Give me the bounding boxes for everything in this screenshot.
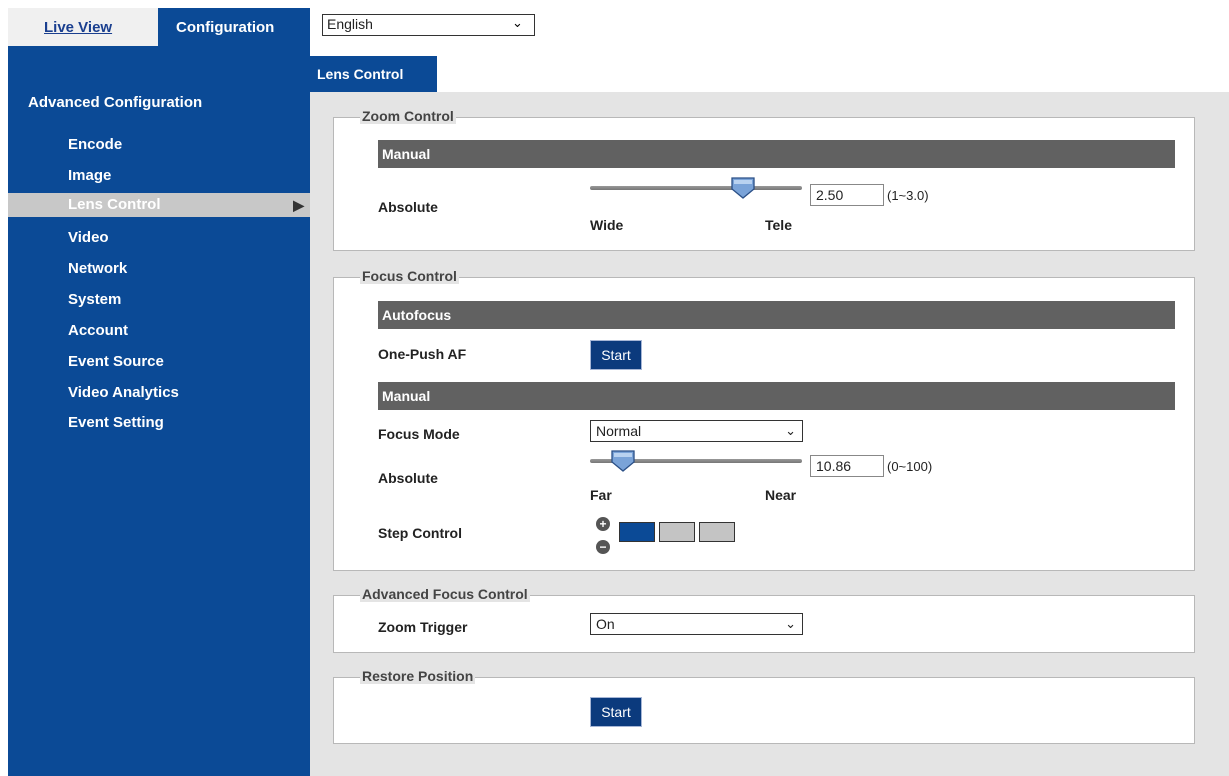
- zoom-control-section: [333, 117, 1195, 251]
- step-level-3[interactable]: [699, 522, 735, 542]
- sidebar-item-label: Event Source: [68, 353, 164, 370]
- focus-max-label: Near: [765, 487, 797, 503]
- sidebar-item-event-setting[interactable]: Event Setting: [8, 412, 310, 440]
- step-control-label: Step Control: [378, 525, 462, 541]
- sidebar-item-label: Lens Control: [68, 196, 161, 213]
- zoom-slider-track[interactable]: [590, 186, 802, 190]
- sidebar-item-image[interactable]: Image: [8, 165, 310, 193]
- minus-icon[interactable]: −: [596, 540, 610, 554]
- sidebar-item-event-source[interactable]: Event Source: [8, 351, 310, 379]
- sidebar-item-label: Image: [68, 167, 112, 184]
- sidebar-title: Advanced Configuration: [28, 94, 203, 111]
- zoom-control-legend: Zoom Control: [360, 108, 456, 124]
- autofocus-header: Autofocus: [378, 301, 1175, 329]
- sidebar-item-label: System: [68, 291, 122, 308]
- sidebar-item-label: Event Setting: [68, 414, 164, 431]
- restore-position-start-button[interactable]: Start: [590, 697, 642, 727]
- tab-live-view[interactable]: Live View: [8, 8, 158, 46]
- step-level-2[interactable]: [659, 522, 695, 542]
- zoom-manual-header: Manual: [378, 140, 1175, 168]
- tab-configuration-label: Configuration: [176, 19, 275, 36]
- zoom-trigger-value: On: [596, 616, 615, 632]
- zoom-absolute-label: Absolute: [378, 199, 438, 215]
- zoom-range-hint: (1~3.0): [887, 188, 929, 203]
- focus-control-legend: Focus Control: [360, 268, 459, 284]
- language-select-value: English: [327, 16, 373, 32]
- focus-mode-label: Focus Mode: [378, 426, 460, 442]
- sidebar-item-network[interactable]: Network: [8, 258, 310, 286]
- focus-manual-header: Manual: [378, 382, 1175, 410]
- focus-range-hint: (0~100): [887, 459, 933, 474]
- chevron-down-icon: ⌄: [785, 616, 796, 631]
- zoom-max-label: Tele: [765, 217, 792, 233]
- zoom-value-field[interactable]: 2.50: [810, 184, 884, 206]
- focus-min-label: Far: [590, 487, 612, 503]
- zoom-slider-thumb[interactable]: [730, 176, 756, 200]
- tab-configuration[interactable]: Configuration: [158, 8, 310, 46]
- one-push-af-start-button[interactable]: Start: [590, 340, 642, 370]
- sidebar-item-lens-control[interactable]: Lens Control ▶: [8, 193, 310, 217]
- restore-position-legend: Restore Position: [360, 668, 476, 684]
- focus-mode-value: Normal: [596, 423, 642, 439]
- tab-lens-control[interactable]: Lens Control: [310, 56, 437, 92]
- sidebar-item-label: Video: [68, 229, 109, 246]
- language-select[interactable]: English: [322, 14, 535, 36]
- sidebar-item-label: Video Analytics: [68, 384, 179, 401]
- sidebar-item-label: Account: [68, 322, 128, 339]
- sidebar-item-system[interactable]: System: [8, 289, 310, 317]
- plus-icon[interactable]: +: [596, 517, 610, 531]
- sidebar-item-label: Encode: [68, 136, 123, 153]
- sidebar-item-label: Network: [68, 260, 128, 277]
- one-push-af-label: One-Push AF: [378, 346, 467, 362]
- zoom-trigger-select[interactable]: On ⌄: [590, 613, 803, 635]
- restore-position-section: [333, 677, 1195, 744]
- arrow-right-icon: ▶: [293, 197, 304, 213]
- sidebar-item-video[interactable]: Video: [8, 227, 310, 255]
- focus-absolute-label: Absolute: [378, 470, 438, 486]
- sidebar-item-video-analytics[interactable]: Video Analytics: [8, 382, 310, 410]
- sidebar-item-account[interactable]: Account: [8, 320, 310, 348]
- advanced-focus-legend: Advanced Focus Control: [360, 586, 530, 602]
- focus-slider-thumb[interactable]: [610, 449, 636, 473]
- chevron-down-icon: ⌄: [785, 423, 796, 438]
- focus-value-field[interactable]: 10.86: [810, 455, 884, 477]
- sidebar: Advanced Configuration Encode Image Lens…: [8, 46, 310, 776]
- sidebar-item-encode[interactable]: Encode: [8, 134, 310, 162]
- zoom-trigger-label: Zoom Trigger: [378, 619, 468, 635]
- focus-mode-select[interactable]: Normal ⌄: [590, 420, 803, 442]
- tab-live-view-label[interactable]: Live View: [44, 19, 112, 36]
- step-level-1[interactable]: [619, 522, 655, 542]
- zoom-min-label: Wide: [590, 217, 624, 233]
